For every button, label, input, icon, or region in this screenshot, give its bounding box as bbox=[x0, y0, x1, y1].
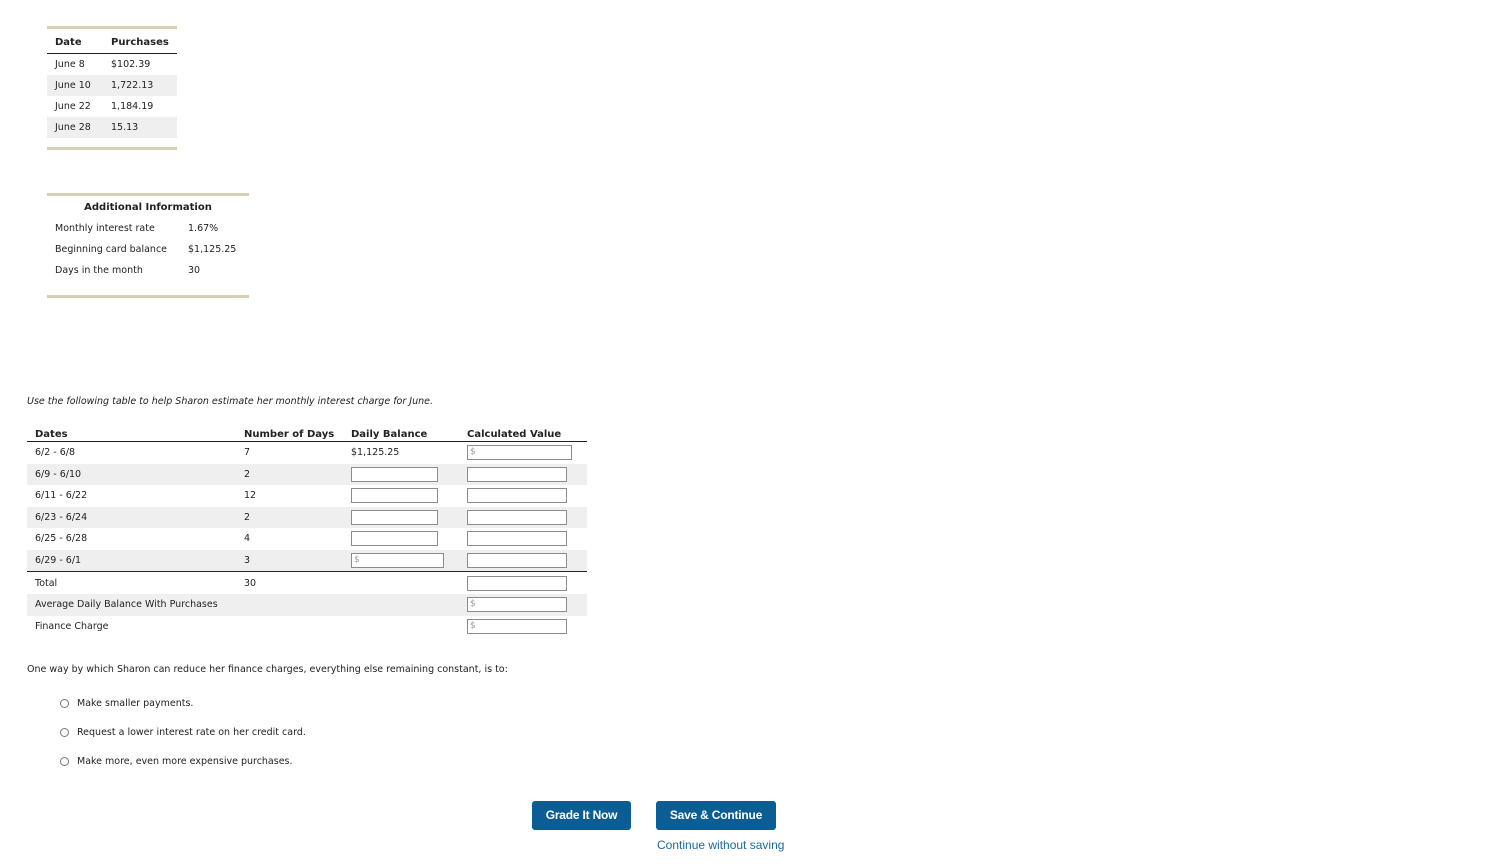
row-days: 3 bbox=[236, 549, 343, 572]
purchase-date: June 22 bbox=[55, 101, 91, 112]
total-value-input[interactable] bbox=[467, 575, 567, 591]
average-daily-balance-label: Average Daily Balance With Purchases bbox=[27, 594, 459, 616]
radio-button[interactable] bbox=[60, 699, 69, 708]
finance-charge-input[interactable]: $ bbox=[467, 618, 567, 634]
row-dates: 6/23 - 6/24 bbox=[27, 506, 236, 528]
header-number-of-days: Number of Days bbox=[236, 423, 343, 442]
option-label: Request a lower interest rate on her cre… bbox=[77, 727, 306, 738]
finance-charge-label: Finance Charge bbox=[35, 620, 109, 632]
daily-balance-input[interactable]: $ bbox=[351, 552, 444, 568]
radio-button[interactable] bbox=[60, 757, 69, 766]
purchase-row: June 10 1,722.13 bbox=[47, 75, 177, 96]
option-label: Make smaller payments. bbox=[77, 698, 194, 709]
purchase-row: June 28 15.13 bbox=[47, 117, 177, 138]
purchase-amount: 1,184.19 bbox=[111, 101, 154, 112]
row-dates: 6/29 - 6/1 bbox=[27, 549, 236, 572]
purchase-amount: 15.13 bbox=[103, 117, 177, 138]
table-row: 6/9 - 6/10 2 bbox=[27, 463, 587, 485]
daily-balance-input[interactable] bbox=[351, 466, 438, 482]
purchase-date: June 10 bbox=[47, 75, 103, 96]
header-purchases: Purchases bbox=[103, 29, 177, 54]
row-daily-balance: $1,125.25 bbox=[351, 447, 400, 459]
grade-it-now-button[interactable]: Grade It Now bbox=[532, 801, 631, 830]
table-row: 6/23 - 6/24 2 bbox=[27, 506, 587, 528]
row-dates: 6/9 - 6/10 bbox=[27, 463, 236, 485]
header-calculated-value: Calculated Value bbox=[459, 423, 587, 442]
header-date: Date bbox=[47, 29, 103, 54]
calc-table: Dates Number of Days Daily Balance Calcu… bbox=[27, 423, 587, 637]
info-value: 1.67% bbox=[188, 223, 219, 234]
calculated-value-input[interactable] bbox=[467, 466, 567, 482]
calc-table-wrapper: Dates Number of Days Daily Balance Calcu… bbox=[27, 423, 587, 637]
additional-info-title: Additional Information bbox=[84, 202, 212, 213]
purchase-amount: $102.39 bbox=[111, 59, 151, 70]
additional-info-table: Additional Information Monthly interest … bbox=[47, 193, 249, 298]
info-value: 30 bbox=[188, 265, 201, 276]
option-lower-interest-rate[interactable]: Request a lower interest rate on her cre… bbox=[60, 727, 306, 738]
save-and-continue-button[interactable]: Save & Continue bbox=[656, 801, 776, 830]
info-label: Beginning card balance bbox=[55, 244, 168, 255]
purchase-amount: 1,722.13 bbox=[103, 75, 177, 96]
info-label: Monthly interest rate bbox=[55, 223, 155, 234]
header-daily-balance: Daily Balance bbox=[343, 423, 459, 442]
average-daily-balance-input[interactable]: $ bbox=[467, 597, 567, 613]
info-row: Beginning card balance $1,125.25 bbox=[47, 239, 249, 260]
header-dates: Dates bbox=[27, 423, 236, 442]
average-daily-balance-row: Average Daily Balance With Purchases $ bbox=[27, 594, 587, 616]
table-row: 6/29 - 6/1 3 $ bbox=[27, 549, 587, 572]
calculated-value-input[interactable] bbox=[467, 509, 567, 525]
question-text: One way by which Sharon can reduce her f… bbox=[27, 664, 508, 675]
option-make-smaller-payments[interactable]: Make smaller payments. bbox=[60, 698, 193, 709]
instruction-text: Use the following table to help Sharon e… bbox=[27, 396, 433, 407]
row-days: 2 bbox=[236, 463, 343, 485]
purchase-date: June 8 bbox=[55, 59, 85, 70]
info-value: $1,125.25 bbox=[188, 244, 237, 255]
daily-balance-input[interactable] bbox=[351, 488, 438, 504]
table-row: 6/11 - 6/22 12 bbox=[27, 485, 587, 507]
info-row: Days in the month 30 bbox=[47, 260, 249, 281]
total-label: Total bbox=[27, 571, 236, 594]
finance-charge-row: Finance Charge $ bbox=[27, 616, 587, 638]
radio-button[interactable] bbox=[60, 728, 69, 737]
purchase-date: June 28 bbox=[47, 117, 103, 138]
continue-without-saving-link[interactable]: Continue without saving bbox=[657, 838, 784, 852]
row-days: 4 bbox=[244, 533, 251, 545]
daily-balance-input[interactable] bbox=[351, 531, 438, 547]
calculated-value-input[interactable] bbox=[467, 531, 567, 547]
purchase-row: June 8 $102.39 bbox=[47, 54, 177, 76]
option-label: Make more, even more expensive purchases… bbox=[77, 756, 293, 767]
total-days: 30 bbox=[236, 571, 343, 594]
calculated-value-input[interactable]: $ bbox=[467, 445, 572, 461]
calculated-value-input[interactable] bbox=[467, 488, 567, 504]
row-days: 7 bbox=[244, 447, 251, 459]
purchase-row: June 22 1,184.19 bbox=[47, 96, 177, 117]
calculated-value-input[interactable] bbox=[467, 552, 567, 568]
row-dates: 6/25 - 6/28 bbox=[35, 533, 88, 545]
info-row: Monthly interest rate 1.67% bbox=[47, 218, 249, 239]
row-dates: 6/2 - 6/8 bbox=[35, 447, 76, 459]
row-dates: 6/11 - 6/22 bbox=[35, 490, 88, 502]
option-more-purchases[interactable]: Make more, even more expensive purchases… bbox=[60, 756, 293, 767]
purchases-table: Date Purchases June 8 $102.39 June 10 1,… bbox=[47, 26, 177, 150]
table-row: 6/2 - 6/8 7 $1,125.25 $ bbox=[27, 442, 587, 464]
daily-balance-input[interactable] bbox=[351, 509, 438, 525]
row-days: 2 bbox=[236, 506, 343, 528]
info-label: Days in the month bbox=[55, 265, 143, 276]
total-row: Total 30 bbox=[27, 571, 587, 594]
table-row: 6/25 - 6/28 4 bbox=[27, 528, 587, 550]
row-days: 12 bbox=[244, 490, 257, 502]
